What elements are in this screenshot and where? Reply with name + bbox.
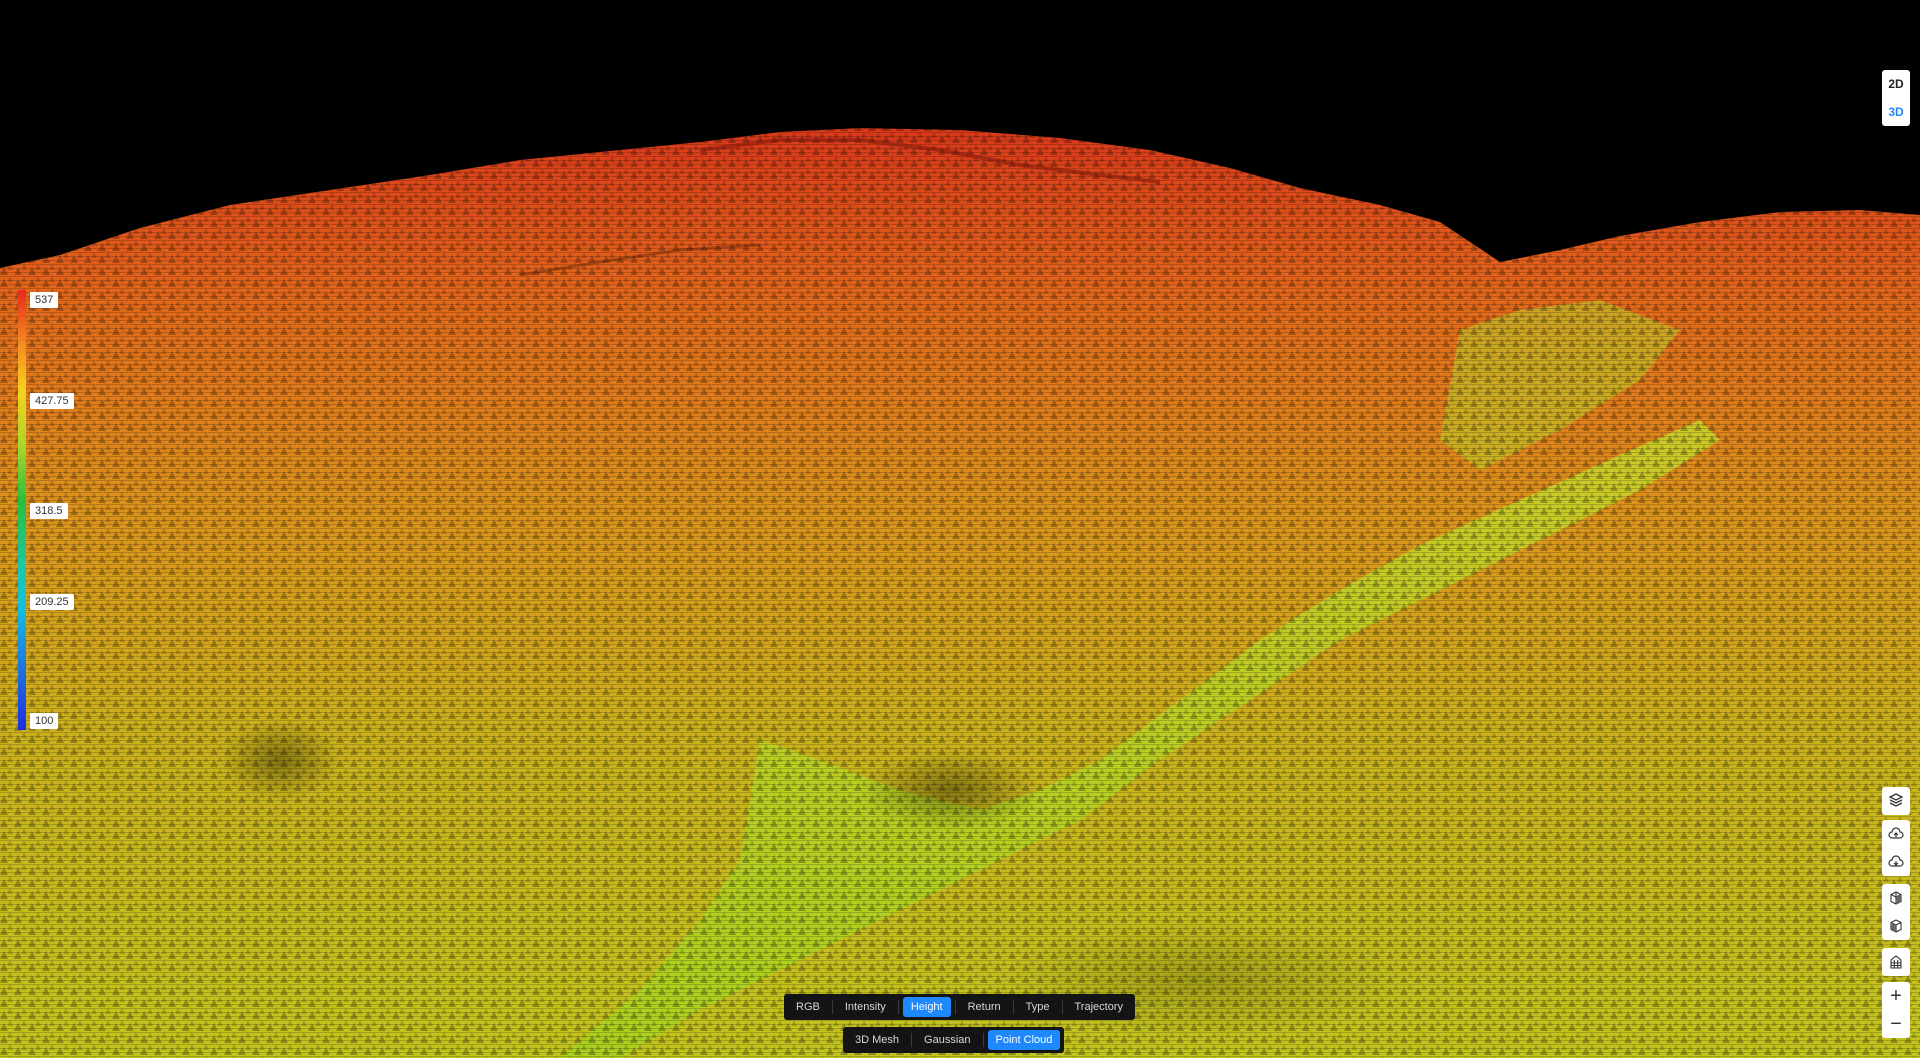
terrain-point-cloud[interactable] (0, 0, 1920, 1058)
tab-gaussian[interactable]: Gaussian (916, 1030, 978, 1050)
view-mode-toggle: 2D 3D (1882, 70, 1910, 126)
tab-separator (1012, 1000, 1014, 1014)
tab-intensity[interactable]: Intensity (837, 997, 894, 1017)
legend-tick: 427.75 (30, 393, 74, 409)
tab-separator (831, 1000, 833, 1014)
color-mode-tabs: RGB Intensity Height Return Type Traject… (784, 994, 1135, 1020)
tool-group-building (1882, 948, 1910, 976)
point-cloud-viewport[interactable]: 537 427.75 318.5 209.25 100 2D 3D + − RG… (0, 0, 1920, 1058)
tab-return[interactable]: Return (960, 997, 1009, 1017)
tab-type[interactable]: Type (1018, 997, 1058, 1017)
box-front-icon[interactable] (1882, 884, 1910, 912)
cloud-download-icon[interactable] (1882, 848, 1910, 876)
zoom-out-button[interactable]: − (1882, 1010, 1910, 1038)
legend-tick: 100 (30, 713, 59, 729)
cloud-upload-icon[interactable] (1882, 820, 1910, 848)
height-legend: 537 427.75 318.5 209.25 100 (18, 290, 78, 730)
box-side-icon[interactable] (1882, 912, 1910, 940)
tab-separator (982, 1033, 984, 1047)
building-icon[interactable] (1882, 948, 1910, 976)
tab-separator (954, 1000, 956, 1014)
zoom-in-button[interactable]: + (1882, 982, 1910, 1010)
tab-separator (1061, 1000, 1063, 1014)
render-mode-tabs: 3D Mesh Gaussian Point Cloud (843, 1027, 1065, 1053)
tool-group-boxes (1882, 884, 1910, 940)
tab-separator (897, 1000, 899, 1014)
tab-trajectory[interactable]: Trajectory (1067, 997, 1132, 1017)
tool-group-zoom: + − (1882, 982, 1910, 1038)
tab-rgb[interactable]: RGB (788, 997, 828, 1017)
tool-group-cloud (1882, 820, 1910, 876)
legend-color-ramp (18, 290, 26, 730)
legend-tick: 537 (30, 292, 59, 308)
layers-cube-icon[interactable] (1882, 787, 1910, 815)
tab-separator (911, 1033, 913, 1047)
tool-group-layers (1882, 787, 1910, 815)
view-2d-button[interactable]: 2D (1882, 70, 1910, 98)
tab-3d-mesh[interactable]: 3D Mesh (847, 1030, 907, 1050)
legend-tick: 209.25 (30, 594, 74, 610)
legend-tick: 318.5 (30, 503, 68, 519)
view-3d-button[interactable]: 3D (1882, 98, 1910, 126)
tab-point-cloud[interactable]: Point Cloud (987, 1030, 1061, 1050)
tab-height[interactable]: Height (902, 997, 951, 1017)
